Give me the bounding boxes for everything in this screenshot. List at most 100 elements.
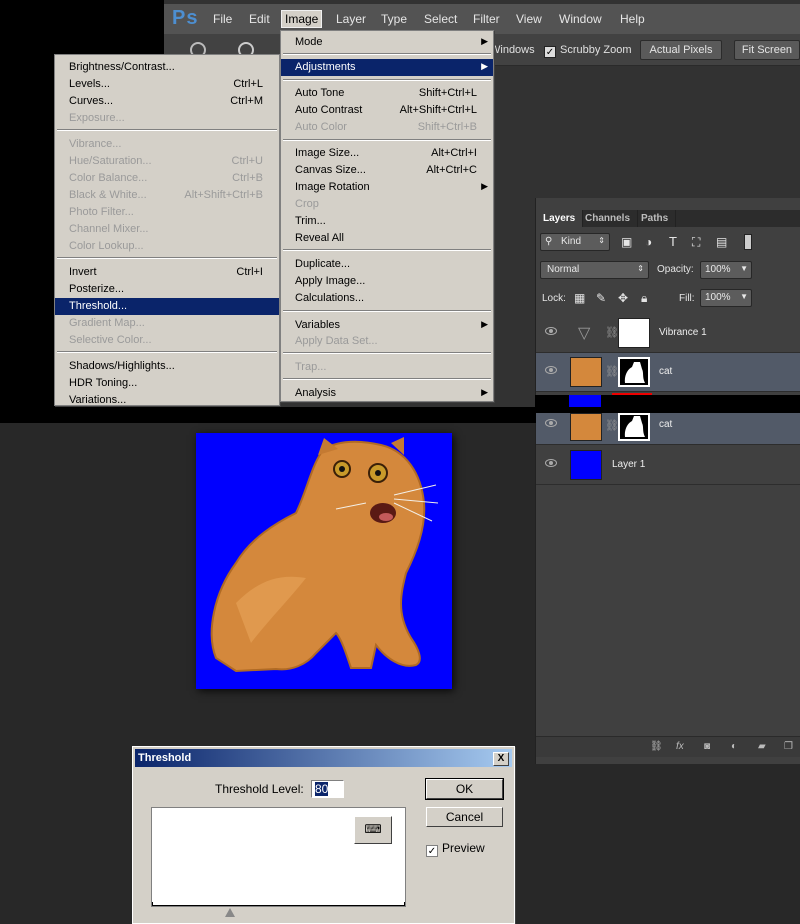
menu-item-color-lookup[interactable]: Color Lookup... bbox=[55, 238, 279, 255]
menu-item-vibrance[interactable]: Vibrance... bbox=[55, 136, 279, 153]
document-canvas[interactable] bbox=[196, 433, 452, 689]
menu-filter[interactable]: Filter bbox=[470, 11, 503, 27]
menu-view[interactable]: View bbox=[513, 11, 545, 27]
layer-row-cat[interactable]: ⛓ cat bbox=[536, 353, 800, 396]
menu-item-levels[interactable]: Levels... Ctrl+L bbox=[55, 76, 279, 93]
tab-layers[interactable]: Layers bbox=[536, 210, 584, 227]
menu-item-adjustments[interactable]: Adjustments ▶ bbox=[281, 59, 493, 76]
fit-screen-button[interactable]: Fit Screen bbox=[734, 40, 800, 60]
layer-thumbnail[interactable] bbox=[570, 413, 602, 441]
close-icon[interactable]: X bbox=[493, 752, 509, 766]
menu-item-crop[interactable]: Crop bbox=[281, 196, 493, 213]
menu-window[interactable]: Window bbox=[556, 11, 605, 27]
pixel-filter-icon[interactable]: ▣ bbox=[621, 235, 632, 249]
cancel-button[interactable]: Cancel bbox=[426, 807, 503, 827]
menu-item-image-rotation[interactable]: Image Rotation ▶ bbox=[281, 179, 493, 196]
menu-item-photo-filter[interactable]: Photo Filter... bbox=[55, 204, 279, 221]
menu-item-channel-mixer[interactable]: Channel Mixer... bbox=[55, 221, 279, 238]
lock-image-icon[interactable]: ✎ bbox=[596, 291, 606, 305]
menu-item-duplicate[interactable]: Duplicate... bbox=[281, 256, 493, 273]
layer-thumbnail[interactable] bbox=[570, 357, 602, 387]
tab-paths[interactable]: Paths bbox=[634, 210, 677, 227]
menu-file[interactable]: File bbox=[210, 11, 235, 27]
menu-item-auto-color[interactable]: Auto Color Shift+Ctrl+B bbox=[281, 119, 493, 136]
smart-object-filter-icon[interactable]: ▤ bbox=[716, 235, 727, 249]
menu-select[interactable]: Select bbox=[421, 11, 460, 27]
link-layers-icon[interactable]: ⛓ bbox=[650, 741, 663, 753]
menu-item-gradient-map[interactable]: Gradient Map... bbox=[55, 315, 279, 332]
menu-item-selective-color[interactable]: Selective Color... bbox=[55, 332, 279, 349]
visibility-eye-icon[interactable] bbox=[545, 419, 557, 427]
menu-item-auto-contrast[interactable]: Auto Contrast Alt+Shift+Ctrl+L bbox=[281, 102, 493, 119]
layer-mask-thumbnail[interactable] bbox=[618, 318, 650, 348]
blend-mode-select[interactable]: Normal ⇕ bbox=[540, 261, 649, 279]
menu-item-variables[interactable]: Variables ▶ bbox=[281, 317, 493, 334]
filter-toggle-switch[interactable] bbox=[744, 234, 752, 250]
menu-item-mode[interactable]: Mode ▶ bbox=[281, 34, 493, 51]
fx-icon[interactable]: fx bbox=[676, 741, 688, 753]
menu-item-image-size[interactable]: Image Size... Alt+Ctrl+I bbox=[281, 145, 493, 162]
shape-filter-icon[interactable]: ⛶ bbox=[692, 235, 700, 250]
menu-item-calculations[interactable]: Calculations... bbox=[281, 290, 493, 307]
visibility-eye-icon[interactable] bbox=[545, 459, 557, 467]
layer-row-cat-copy[interactable]: ⛓ cat bbox=[536, 413, 800, 445]
menu-item-apply-image[interactable]: Apply Image... bbox=[281, 273, 493, 290]
dialog-title-bar[interactable]: Threshold X bbox=[135, 749, 512, 767]
menu-item-posterize[interactable]: Posterize... bbox=[55, 281, 279, 298]
preview-checkbox[interactable]: ✓ Preview bbox=[426, 841, 485, 857]
menu-item-hue-saturation[interactable]: Hue/Saturation... Ctrl+U bbox=[55, 153, 279, 170]
menu-item-threshold[interactable]: Threshold... bbox=[55, 298, 279, 315]
menu-item-shadows-highlights[interactable]: Shadows/Highlights... bbox=[55, 358, 279, 375]
menu-layer[interactable]: Layer bbox=[333, 11, 369, 27]
opacity-input[interactable]: 100% ▼ bbox=[700, 261, 752, 279]
layer-row-vibrance[interactable]: ▽ ⛓ Vibrance 1 bbox=[536, 314, 800, 353]
menu-item-brightness-contrast[interactable]: Brightness/Contrast... bbox=[55, 59, 279, 76]
link-chain-icon[interactable]: ⛓ bbox=[605, 326, 619, 339]
menu-type[interactable]: Type bbox=[378, 11, 410, 27]
threshold-level-input[interactable]: 80 bbox=[311, 780, 344, 798]
new-group-icon[interactable]: ▰ bbox=[758, 741, 770, 753]
visibility-eye-icon[interactable] bbox=[545, 366, 557, 374]
ok-button[interactable]: OK bbox=[425, 778, 504, 800]
lock-transparent-icon[interactable]: ▦ bbox=[574, 291, 585, 305]
menu-item-exposure[interactable]: Exposure... bbox=[55, 110, 279, 127]
menu-item-trim[interactable]: Trim... bbox=[281, 213, 493, 230]
layer-row-layer-1[interactable]: Layer 1 bbox=[536, 446, 800, 485]
visibility-eye-icon[interactable] bbox=[545, 327, 557, 335]
fill-input[interactable]: 100% ▼ bbox=[700, 289, 752, 307]
layer-mask-thumbnail[interactable] bbox=[618, 357, 650, 387]
menu-item-hdr-toning[interactable]: HDR Toning... bbox=[55, 375, 279, 392]
keyboard-icon[interactable]: ⌨ bbox=[354, 816, 392, 844]
menu-item-auto-tone[interactable]: Auto Tone Shift+Ctrl+L bbox=[281, 85, 493, 102]
menu-item-analysis[interactable]: Analysis ▶ bbox=[281, 385, 493, 402]
menu-item-color-balance[interactable]: Color Balance... Ctrl+B bbox=[55, 170, 279, 187]
menu-item-reveal-all[interactable]: Reveal All bbox=[281, 230, 493, 247]
new-layer-icon[interactable]: ❐ bbox=[784, 741, 796, 753]
lock-position-icon[interactable]: ✥ bbox=[618, 291, 628, 305]
menu-edit[interactable]: Edit bbox=[246, 11, 273, 27]
menu-item-invert[interactable]: Invert Ctrl+I bbox=[55, 264, 279, 281]
menu-item-canvas-size[interactable]: Canvas Size... Alt+Ctrl+C bbox=[281, 162, 493, 179]
new-adjustment-icon[interactable]: ◐ bbox=[731, 741, 743, 753]
filter-kind-select[interactable]: ⚲ Kind ⇕ bbox=[540, 233, 610, 251]
menu-item-apply-data-set[interactable]: Apply Data Set... bbox=[281, 333, 493, 350]
scrubby-zoom-option[interactable]: ✓ Scrubby Zoom bbox=[544, 44, 632, 58]
menu-help[interactable]: Help bbox=[617, 11, 648, 27]
menu-item-trap[interactable]: Trap... bbox=[281, 359, 493, 376]
layer-mask-thumbnail[interactable] bbox=[618, 413, 650, 441]
type-filter-icon[interactable]: T bbox=[669, 234, 677, 249]
add-mask-icon[interactable]: ◙ bbox=[704, 741, 716, 753]
link-chain-icon[interactable]: ⛓ bbox=[605, 365, 619, 378]
layer-thumbnail[interactable] bbox=[570, 450, 602, 480]
actual-pixels-button[interactable]: Actual Pixels bbox=[640, 40, 722, 60]
menu-item-variations[interactable]: Variations... bbox=[55, 392, 279, 409]
threshold-slider-handle[interactable] bbox=[225, 908, 235, 917]
link-chain-icon[interactable]: ⛓ bbox=[605, 419, 619, 432]
tab-channels[interactable]: Channels bbox=[578, 210, 639, 227]
adjustment-filter-icon[interactable]: ◑ bbox=[645, 235, 652, 249]
menu-item-black-white[interactable]: Black & White... Alt+Shift+Ctrl+B bbox=[55, 187, 279, 204]
panel-tabs: Layers Channels Paths bbox=[536, 210, 800, 227]
menu-image[interactable]: Image bbox=[281, 10, 323, 28]
lock-all-icon[interactable]: 🔒︎ bbox=[641, 291, 647, 306]
menu-item-curves[interactable]: Curves... Ctrl+M bbox=[55, 93, 279, 110]
